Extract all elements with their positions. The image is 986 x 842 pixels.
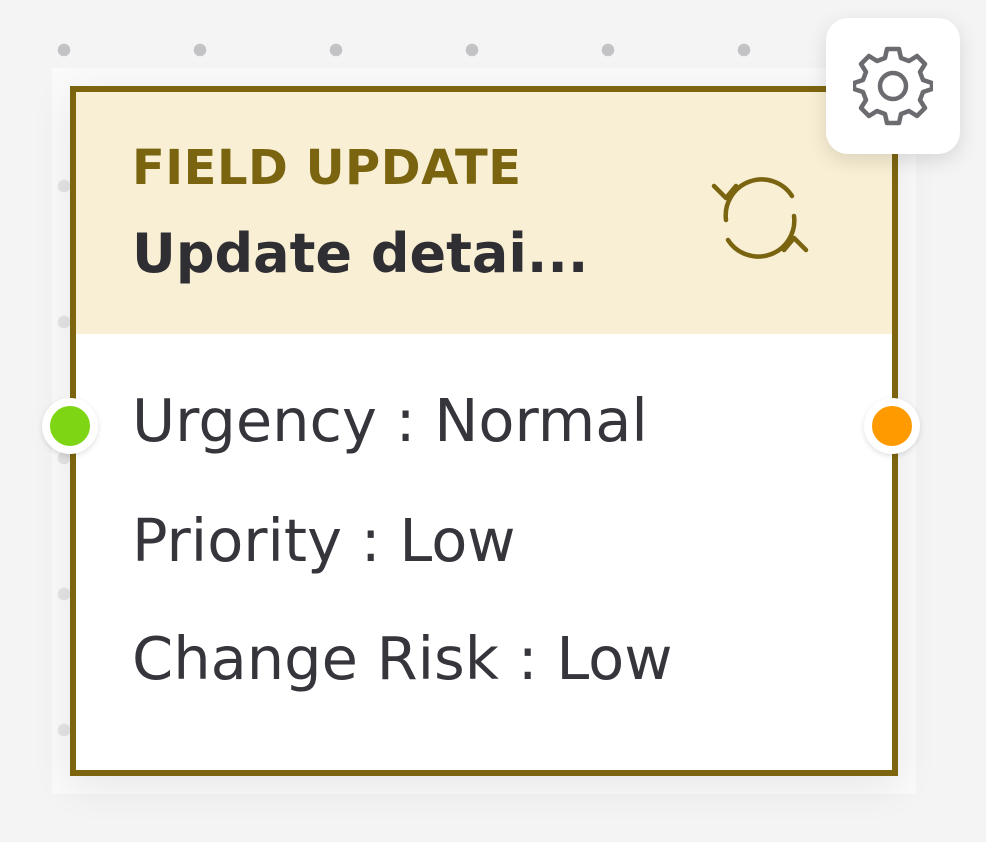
- input-port[interactable]: [42, 398, 98, 454]
- output-port[interactable]: [864, 398, 920, 454]
- refresh-icon: [711, 177, 809, 259]
- workflow-canvas[interactable]: FIELD UPDATE Update detai... Urgency : N…: [0, 0, 986, 842]
- settings-button[interactable]: [826, 18, 960, 154]
- gear-icon: [853, 46, 933, 126]
- node-header: FIELD UPDATE Update detai...: [76, 92, 892, 334]
- node-field-change-risk: Change Risk : Low: [132, 624, 673, 693]
- node-type-label: FIELD UPDATE: [132, 140, 522, 196]
- field-update-node[interactable]: FIELD UPDATE Update detai... Urgency : N…: [70, 86, 898, 776]
- node-field-urgency: Urgency : Normal: [132, 386, 648, 455]
- node-field-priority: Priority : Low: [132, 506, 516, 575]
- node-title: Update detai...: [132, 222, 589, 285]
